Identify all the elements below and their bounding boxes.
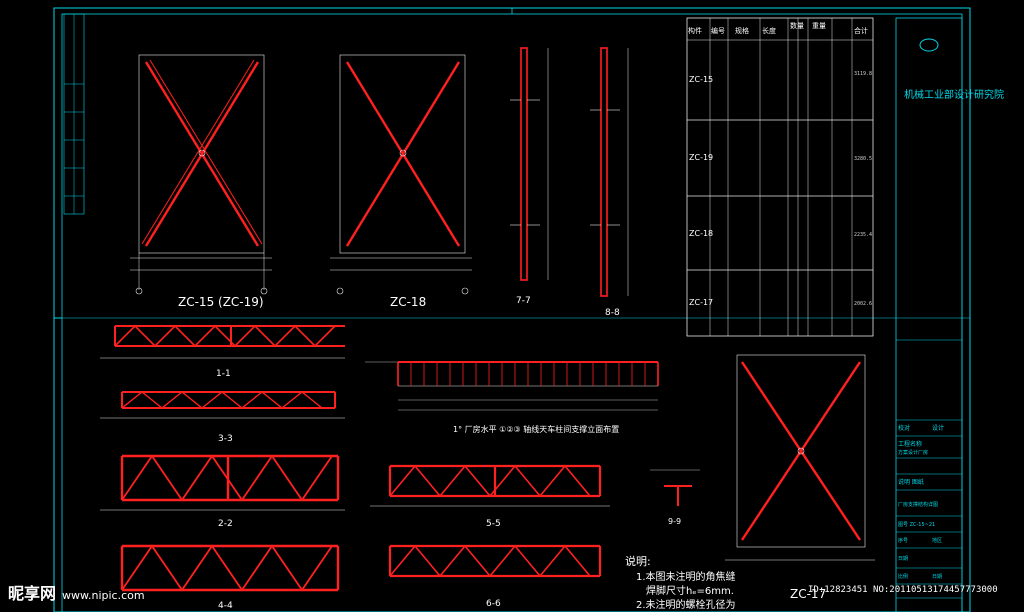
table-header-spec: 规格 — [735, 26, 749, 35]
notes-line-1b: 焊脚尺寸hₑ=6mm. — [646, 584, 734, 597]
notes-line-1: 1.本图未注明的角焦缝 — [636, 570, 736, 583]
notes-line-2: 2.未注明的螺栓孔径为 — [636, 598, 736, 611]
table-total-zc19: 3280.5 — [854, 156, 872, 162]
title-institute: 机械工业部设计研究院 — [904, 88, 1004, 101]
notes-block: 说明: 1.本图未注明的角焦缝 焊脚尺寸hₑ=6mm. 2.未注明的螺栓孔径为 — [625, 554, 736, 611]
table-header-total: 合计 — [854, 26, 868, 35]
view-label-9-9: 9-9 — [668, 517, 681, 526]
table-total-zc17: 2002.6 — [854, 301, 872, 307]
title-row-note: 说明 图纸 — [898, 478, 924, 486]
notes-title: 说明: — [625, 554, 651, 568]
table-header-weight: 重量 — [812, 22, 826, 30]
section-8-8 — [590, 47, 629, 297]
view-label-7-7: 7-7 — [516, 296, 531, 306]
view-zc17 — [725, 354, 875, 561]
truss-1-1 — [100, 324, 345, 359]
view-label-8-8: 8-8 — [605, 308, 620, 318]
watermark-brand: 昵享网 www.nipic.com — [8, 580, 145, 604]
title-row-design: 设计 — [932, 424, 944, 432]
drawing-frame — [53, 7, 971, 612]
section-9-9 — [650, 469, 700, 506]
table-header-length: 长度 — [762, 26, 776, 35]
title-row-project: 工程名称 — [898, 440, 922, 448]
view-label-2-2: 2-2 — [218, 519, 233, 529]
title-row-detail: 厂房支撑结构详图 — [898, 501, 938, 508]
table-header-number: 编号 — [711, 26, 725, 35]
cad-drawing-canvas: ZC-15 (ZC-19) ZC-18 7-7 8-8 构件 编号 规格 长度 … — [53, 7, 1004, 612]
left-signature-strip — [63, 13, 85, 215]
table-total-zc15: 3119.8 — [854, 71, 872, 77]
watermark-id: ID:12823451 NO:20110513174457773000 — [808, 585, 998, 595]
truss-5-5 — [370, 464, 610, 507]
view-label-3-3: 3-3 — [218, 434, 233, 444]
elevation-layout — [365, 361, 659, 411]
view-label-zc15: ZC-15 (ZC-19) — [178, 295, 264, 309]
title-row-serial: 序号 — [898, 537, 908, 544]
title-row-scheme: 方案设计厂房 — [898, 449, 928, 456]
title-row-region: 地区 — [932, 537, 942, 544]
view-label-elevation: 1° 厂房水平 ①②③ 轴线天车柱间支撑立面布置 — [453, 424, 619, 434]
truss-3-3 — [100, 391, 345, 419]
table-total-zc18: 2235.4 — [854, 232, 872, 238]
truss-6-6 — [388, 544, 602, 578]
title-row-check: 校对 — [898, 424, 910, 432]
title-row-date2: 日期 — [932, 574, 942, 580]
view-label-1-1: 1-1 — [216, 369, 231, 379]
view-label-zc18: ZC-18 — [390, 295, 426, 309]
title-row-date: 日期 — [898, 556, 908, 562]
truss-2-2 — [100, 454, 345, 511]
watermark-brand-text: 昵享网 — [8, 584, 57, 603]
view-label-4-4: 4-4 — [218, 601, 233, 611]
table-group-zc18: ZC-18 — [689, 229, 713, 238]
view-label-6-6: 6-6 — [486, 599, 501, 609]
title-row-scale: 比例 — [898, 573, 908, 580]
view-label-5-5: 5-5 — [486, 519, 501, 529]
table-group-zc19: ZC-19 — [689, 153, 713, 162]
section-7-7 — [510, 47, 549, 281]
title-row-drawing-no: 图号 ZC-15~21 — [898, 522, 935, 528]
view-zc15 — [130, 54, 272, 295]
table-header-qty: 数量 — [790, 21, 804, 30]
table-group-zc17: ZC-17 — [689, 298, 713, 307]
elevation-ticks — [397, 362, 659, 386]
watermark-url: www.nipic.com — [62, 589, 145, 602]
truss-4-4 — [120, 544, 340, 592]
table-group-zc15: ZC-15 — [689, 75, 713, 84]
view-zc18 — [330, 54, 472, 295]
table-header-member: 构件 — [688, 26, 702, 35]
material-table — [686, 17, 874, 337]
